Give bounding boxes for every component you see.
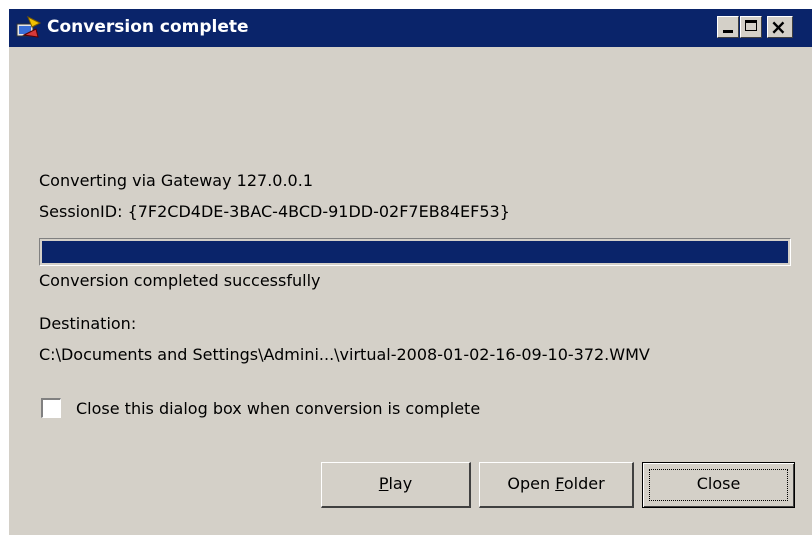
play-button[interactable]: Play — [321, 462, 471, 508]
close-when-complete-checkbox[interactable] — [41, 398, 61, 418]
converter-app-icon — [16, 15, 42, 38]
play-label-rest: lay — [388, 474, 413, 493]
title-close-button[interactable]: × — [767, 15, 793, 39]
session-id-text: SessionID: {7F2CD4DE-3BAC-4BCD-91DD-02F7… — [39, 202, 510, 221]
close-button[interactable]: Close — [642, 462, 795, 508]
open-folder-mnemonic: F — [555, 474, 564, 493]
open-folder-button-label: Open Folder — [507, 474, 604, 493]
close-button-label: Close — [696, 474, 741, 493]
minimize-icon — [723, 30, 733, 33]
open-folder-button[interactable]: Open Folder — [479, 462, 634, 508]
window-title: Conversion complete — [47, 17, 249, 37]
close-icon: × — [770, 15, 787, 39]
close-when-complete-label[interactable]: Close this dialog box when conversion is… — [76, 399, 480, 418]
conversion-complete-dialog: Conversion complete × Converting via Gat… — [8, 8, 812, 535]
destination-label: Destination: — [39, 314, 137, 333]
gateway-text: Converting via Gateway 127.0.0.1 — [39, 171, 313, 190]
play-button-label: Play — [379, 474, 412, 493]
open-folder-label-rest: older — [563, 474, 605, 493]
title-bar[interactable]: Conversion complete × — [9, 9, 812, 47]
conversion-result-text: Conversion completed successfully — [39, 271, 321, 290]
maximize-button[interactable] — [740, 16, 762, 38]
minimize-button[interactable] — [717, 16, 739, 38]
open-folder-label-before: Open — [507, 474, 556, 493]
conversion-progress-bar — [39, 238, 791, 266]
maximize-icon — [745, 20, 757, 31]
destination-path: C:\Documents and Settings\Admini...\virt… — [39, 345, 650, 364]
progress-fill — [42, 241, 788, 263]
